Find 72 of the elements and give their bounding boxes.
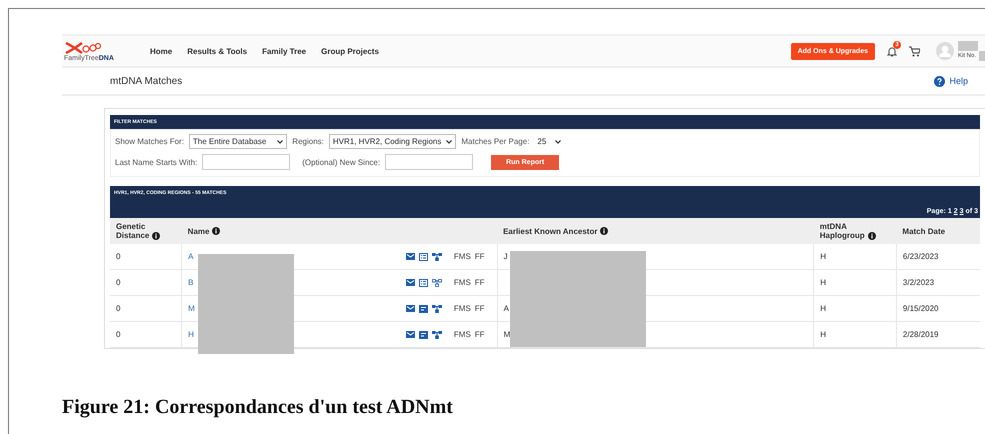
field-label: Matches Per Page: <box>461 137 530 146</box>
ff-label: FF <box>474 278 485 287</box>
info-icon[interactable] <box>212 227 220 236</box>
table-cell: 3/2/2023 <box>902 278 934 287</box>
tree-icon[interactable] <box>432 330 442 338</box>
match-name-link[interactable]: H <box>188 330 194 339</box>
match-name-link[interactable]: M <box>188 304 195 313</box>
notes-icon[interactable] <box>418 304 428 312</box>
ff-label: FF <box>474 304 485 313</box>
table-cell: 0 <box>116 278 120 287</box>
bell-icon[interactable] <box>886 46 897 56</box>
nav-link[interactable]: Home <box>150 46 172 56</box>
help-link[interactable]: Help <box>934 76 968 86</box>
notes-icon[interactable] <box>418 330 428 338</box>
column-header: Genetic Distance <box>116 222 150 240</box>
caret-icon <box>446 140 452 144</box>
info-icon[interactable] <box>152 232 160 240</box>
nav-link[interactable]: Family Tree <box>262 46 306 56</box>
table-cell: M <box>504 330 510 339</box>
cart-icon[interactable] <box>908 46 920 56</box>
nav-link[interactable]: Results & Tools <box>187 46 248 56</box>
table-cell: H <box>820 304 826 313</box>
fms-label: FMS <box>454 304 471 313</box>
table-cell: 0 <box>116 330 120 339</box>
fms-label: FMS <box>454 330 471 339</box>
tree-icon[interactable] <box>432 304 442 312</box>
table-cell: H <box>820 330 826 339</box>
field-label: Regions: <box>292 137 324 146</box>
match-name-link[interactable]: B <box>188 278 194 287</box>
table-cell: 2/28/2019 <box>902 330 938 339</box>
column-header: Earliest Known Ancestor <box>503 226 598 236</box>
caret-icon <box>555 140 562 144</box>
logo-icon <box>64 40 102 54</box>
envelope-icon[interactable] <box>406 331 415 338</box>
notes-icon[interactable] <box>418 252 428 260</box>
regions-dropdown[interactable]: HVR1, HVR2, Coding Regions <box>328 134 456 149</box>
table-cell: A <box>504 304 509 313</box>
caret-icon <box>277 140 284 144</box>
fms-label: FMS <box>454 278 471 287</box>
field-label: Last Name Starts With: <box>115 158 198 166</box>
nav-link[interactable]: Group Projects <box>321 46 379 56</box>
ff-label: FF <box>474 330 485 339</box>
column-header: Match Date <box>902 226 946 236</box>
ff-label: FF <box>474 252 485 261</box>
per-page-dropdown[interactable]: 25 <box>534 135 564 148</box>
match-scope-dropdown[interactable]: The Entire Database <box>188 134 288 149</box>
tree-icon[interactable] <box>432 278 442 286</box>
tree-icon[interactable] <box>432 252 442 260</box>
table-cell: 6/23/2023 <box>902 252 938 261</box>
info-icon[interactable] <box>868 232 876 240</box>
column-header: mtDNA Haplogroup <box>820 222 865 240</box>
table-cell: J <box>504 252 508 261</box>
table-cell: H <box>820 278 826 287</box>
column-header: Name <box>188 226 210 236</box>
envelope-icon[interactable] <box>406 253 415 260</box>
date-field[interactable] <box>385 154 474 170</box>
envelope-icon[interactable] <box>406 279 415 286</box>
table-cell: 9/15/2020 <box>902 304 938 313</box>
table-cell: H <box>820 252 826 261</box>
table-cell: 0 <box>116 304 120 313</box>
info-icon[interactable] <box>600 227 608 236</box>
help-icon <box>934 76 946 86</box>
last-name-field[interactable] <box>202 154 290 170</box>
notes-icon[interactable] <box>418 278 428 286</box>
envelope-icon[interactable] <box>406 305 415 312</box>
field-label: (Optional) New Since: <box>302 158 380 166</box>
table-cell: 0 <box>116 252 120 261</box>
figure-caption: Figure 21: Correspondances d'un test ADNmt <box>62 396 454 419</box>
field-label: Show Matches For: <box>115 137 184 146</box>
page-title: mtDNA Matches <box>110 76 182 86</box>
fms-label: FMS <box>454 252 471 261</box>
match-name-link[interactable]: A <box>188 252 194 261</box>
